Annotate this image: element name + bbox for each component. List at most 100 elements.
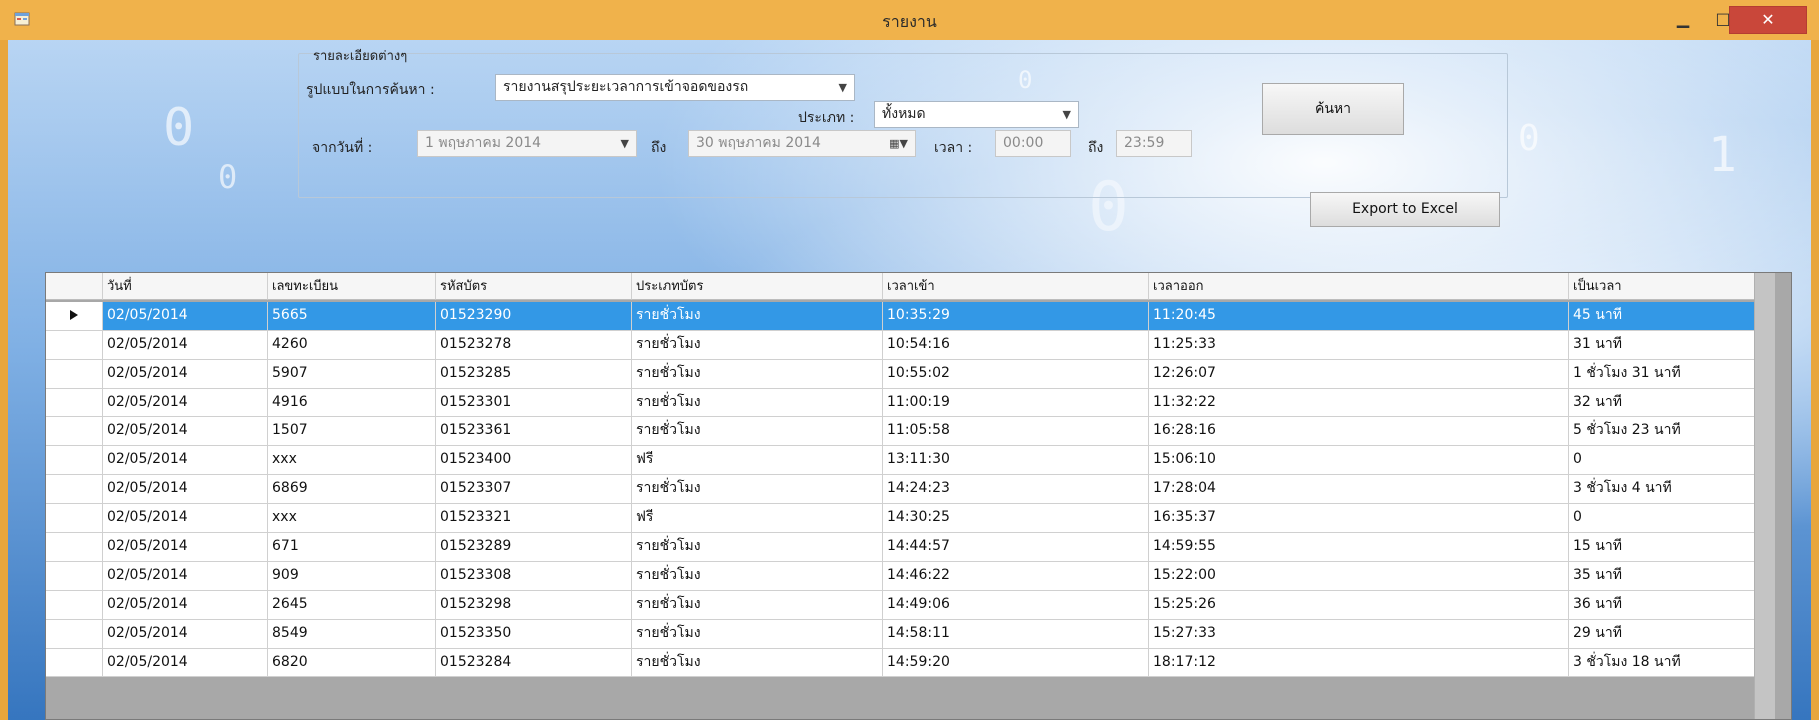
cell-exit-time[interactable]: 18:17:12 — [1149, 648, 1569, 678]
cell-card-type[interactable]: รายชั่วโมง — [632, 301, 883, 331]
cell-card-code[interactable]: 01523284 — [436, 648, 632, 678]
cell-card-type[interactable]: รายชั่วโมง — [632, 330, 883, 360]
cell-date[interactable]: 02/05/2014 — [103, 590, 268, 620]
close-button[interactable]: ✕ — [1729, 6, 1807, 34]
cell-card-code[interactable]: 01523290 — [436, 301, 632, 331]
cell-date[interactable]: 02/05/2014 — [103, 301, 268, 331]
cell-duration[interactable]: 15 นาที — [1569, 533, 1758, 562]
table-row[interactable]: 02/05/2014 2645 01523298 รายชั่วโมง 14:49:06… — [46, 590, 1758, 620]
cell-registration[interactable]: xxx — [268, 446, 436, 476]
cell-entry-time[interactable]: 13:11:30 — [883, 446, 1149, 476]
cell-date[interactable]: 02/05/2014 — [103, 504, 268, 534]
report-data-grid[interactable]: วันที่ เลขทะเบียน รหัสบัตร ประเภทบัตร เว… — [45, 272, 1792, 720]
table-row[interactable]: 02/05/2014 6820 01523284 รายชั่วโมง 14:59:20… — [46, 648, 1758, 678]
cell-entry-time[interactable]: 14:58:11 — [883, 619, 1149, 649]
cell-registration[interactable]: 4260 — [268, 330, 436, 360]
row-header[interactable] — [46, 648, 103, 678]
cell-duration[interactable]: 45 นาที — [1569, 301, 1758, 331]
cell-exit-time[interactable]: 11:32:22 — [1149, 388, 1569, 418]
cell-card-type[interactable]: รายชั่วโมง — [632, 648, 883, 678]
row-header[interactable] — [46, 417, 103, 447]
cell-date[interactable]: 02/05/2014 — [103, 619, 268, 649]
cell-duration[interactable]: 35 นาที — [1569, 561, 1758, 591]
row-header[interactable] — [46, 301, 103, 331]
table-row[interactable]: 02/05/2014 5907 01523285 รายชั่วโมง 10:55:02… — [46, 359, 1758, 389]
cell-exit-time[interactable]: 11:25:33 — [1149, 330, 1569, 360]
cell-date[interactable]: 02/05/2014 — [103, 330, 268, 360]
cell-card-code[interactable]: 01523285 — [436, 359, 632, 389]
cell-exit-time[interactable]: 17:28:04 — [1149, 475, 1569, 505]
row-header[interactable] — [46, 504, 103, 534]
cell-card-code[interactable]: 01523361 — [436, 417, 632, 447]
cell-entry-time[interactable]: 10:54:16 — [883, 330, 1149, 360]
column-header-entry-time[interactable]: เวลาเข้า — [883, 273, 1149, 300]
cell-exit-time[interactable]: 15:06:10 — [1149, 446, 1569, 476]
table-row[interactable]: 02/05/2014 671 01523289 รายชั่วโมง 14:44:57 1… — [46, 533, 1758, 562]
to-date-picker[interactable]: 30 พฤษภาคม 2014 ▦▼ — [688, 130, 916, 157]
cell-card-type[interactable]: รายชั่วโมง — [632, 417, 883, 447]
title-bar[interactable]: รายงาน ▁ □ ✕ — [0, 0, 1819, 40]
cell-registration[interactable]: 2645 — [268, 590, 436, 620]
cell-date[interactable]: 02/05/2014 — [103, 533, 268, 562]
minimize-button[interactable]: ▁ — [1666, 6, 1700, 32]
cell-card-type[interactable]: ฟรี — [632, 504, 883, 534]
column-header-card-type[interactable]: ประเภทบัตร — [632, 273, 883, 300]
cell-exit-time[interactable]: 15:25:26 — [1149, 590, 1569, 620]
row-header[interactable] — [46, 330, 103, 360]
cell-duration[interactable]: 36 นาที — [1569, 590, 1758, 620]
table-row[interactable]: 02/05/2014 5665 01523290 รายชั่วโมง 10:3… — [46, 301, 1758, 331]
cell-date[interactable]: 02/05/2014 — [103, 388, 268, 418]
row-header[interactable] — [46, 359, 103, 389]
cell-card-code[interactable]: 01523298 — [436, 590, 632, 620]
column-header-duration[interactable]: เป็นเวลา — [1569, 273, 1758, 300]
cell-duration[interactable]: 29 นาที — [1569, 619, 1758, 649]
export-to-excel-button[interactable]: Export to Excel — [1310, 192, 1500, 227]
cell-duration[interactable]: 31 นาที — [1569, 330, 1758, 360]
cell-card-code[interactable]: 01523307 — [436, 475, 632, 505]
table-row[interactable]: 02/05/2014 6869 01523307 รายชั่วโมง 14:24:23… — [46, 475, 1758, 505]
cell-card-code[interactable]: 01523278 — [436, 330, 632, 360]
cell-date[interactable]: 02/05/2014 — [103, 417, 268, 447]
cell-duration[interactable]: 0 — [1569, 504, 1758, 534]
cell-card-code[interactable]: 01523350 — [436, 619, 632, 649]
table-row[interactable]: 02/05/2014 4260 01523278 รายชั่วโมง 10:54:16… — [46, 330, 1758, 360]
cell-card-type[interactable]: รายชั่วโมง — [632, 359, 883, 389]
cell-entry-time[interactable]: 14:59:20 — [883, 648, 1149, 678]
table-row[interactable]: 02/05/2014 4916 01523301 รายชั่วโมง 11:00:19… — [46, 388, 1758, 418]
cell-exit-time[interactable]: 12:26:07 — [1149, 359, 1569, 389]
column-header-date[interactable]: วันที่ — [103, 273, 268, 300]
cell-exit-time[interactable]: 11:20:45 — [1149, 301, 1569, 331]
cell-registration[interactable]: 8549 — [268, 619, 436, 649]
cell-entry-time[interactable]: 14:30:25 — [883, 504, 1149, 534]
cell-card-code[interactable]: 01523321 — [436, 504, 632, 534]
cell-entry-time[interactable]: 14:49:06 — [883, 590, 1149, 620]
time-to-field[interactable]: 23:59 — [1116, 130, 1192, 157]
column-header-registration[interactable]: เลขทะเบียน — [268, 273, 436, 300]
cell-exit-time[interactable]: 14:59:55 — [1149, 533, 1569, 562]
column-header-card-code[interactable]: รหัสบัตร — [436, 273, 632, 300]
cell-card-type[interactable]: ฟรี — [632, 446, 883, 476]
cell-card-code[interactable]: 01523289 — [436, 533, 632, 562]
cell-entry-time[interactable]: 10:35:29 — [883, 301, 1149, 331]
cell-duration[interactable]: 32 นาที — [1569, 388, 1758, 418]
table-row[interactable]: 02/05/2014 8549 01523350 รายชั่วโมง 14:58:11… — [46, 619, 1758, 649]
cell-card-type[interactable]: รายชั่วโมง — [632, 475, 883, 505]
cell-entry-time[interactable]: 14:46:22 — [883, 561, 1149, 591]
row-header[interactable] — [46, 590, 103, 620]
cell-date[interactable]: 02/05/2014 — [103, 648, 268, 678]
from-date-picker[interactable]: 1 พฤษภาคม 2014 ▼ — [417, 130, 637, 157]
cell-date[interactable]: 02/05/2014 — [103, 359, 268, 389]
cell-card-code[interactable]: 01523301 — [436, 388, 632, 418]
row-header[interactable] — [46, 475, 103, 505]
table-vertical-scrollbar[interactable] — [1754, 273, 1775, 719]
cell-registration[interactable]: xxx — [268, 504, 436, 534]
cell-exit-time[interactable]: 16:28:16 — [1149, 417, 1569, 447]
table-row[interactable]: 02/05/2014 xxx 01523400 ฟรี 13:11:30 15:06:10… — [46, 446, 1758, 476]
column-header-exit-time[interactable]: เวลาออก — [1149, 273, 1569, 300]
cell-entry-time[interactable]: 14:24:23 — [883, 475, 1149, 505]
cell-card-type[interactable]: รายชั่วโมง — [632, 533, 883, 562]
cell-duration[interactable]: 3 ชั่วโมง 4 นาที — [1569, 475, 1758, 505]
cell-entry-time[interactable]: 14:44:57 — [883, 533, 1149, 562]
cell-date[interactable]: 02/05/2014 — [103, 561, 268, 591]
cell-card-type[interactable]: รายชั่วโมง — [632, 561, 883, 591]
